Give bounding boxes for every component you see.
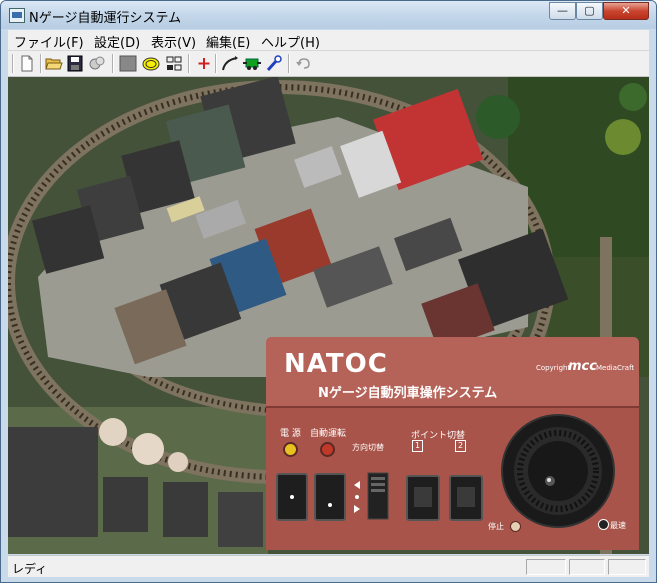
stop-indicator (510, 521, 521, 532)
maximize-button[interactable]: ▢ (576, 2, 603, 20)
max-speed-indicator (598, 519, 609, 530)
menu-bar: ファイル(F) 設定(D) 表示(V) 編集(E) ヘルプ(H) (8, 30, 649, 51)
minimize-button[interactable]: — (549, 2, 576, 20)
locomotive-icon[interactable] (243, 55, 261, 72)
status-cell (608, 559, 646, 575)
tool-icon[interactable] (265, 55, 283, 72)
point-2-label: 2 (455, 440, 466, 452)
house-left (8, 427, 98, 537)
app-window: Nゲージ自動運行システム — ▢ ✕ ファイル(F) 設定(D) 表示(V) 編… (0, 0, 657, 583)
add-icon[interactable] (195, 55, 213, 72)
gray-square-icon[interactable] (119, 55, 137, 72)
status-cell (569, 559, 605, 575)
maker-logo: mcc (568, 359, 597, 374)
menu-view[interactable]: 表示(V) (151, 32, 196, 51)
direction-label: 方向切替 (352, 443, 384, 452)
power-switch[interactable] (276, 473, 308, 521)
save-icon[interactable] (66, 55, 84, 72)
point-switch-2[interactable] (449, 475, 483, 521)
point-1-label: 1 (412, 440, 423, 452)
title-bar[interactable]: Nゲージ自動運行システム — ▢ ✕ (1, 1, 656, 29)
auto-led (320, 442, 335, 457)
status-cell (526, 559, 566, 575)
menu-file[interactable]: ファイル(F) (14, 32, 84, 51)
point-switch-1[interactable] (406, 475, 440, 521)
status-bar: レディ (8, 555, 649, 578)
layout-view[interactable]: NATOC Nゲージ自動列車操作システム Copyright mcc Media… (8, 77, 649, 554)
undo-icon[interactable] (294, 55, 312, 72)
auto-label: 自動運転 (310, 429, 347, 439)
stop-label: 停止 (488, 522, 504, 531)
app-icon[interactable] (9, 8, 25, 23)
maker-name: MediaCraft (596, 364, 635, 372)
natoc-controller: NATOC Nゲージ自動列車操作システム Copyright mcc Media… (266, 337, 639, 550)
auto-switch[interactable] (314, 473, 346, 521)
grid-icon[interactable] (165, 55, 183, 72)
menu-help[interactable]: ヘルプ(H) (261, 32, 320, 51)
max-speed-label: 最速 (610, 521, 626, 530)
settings-icon[interactable] (88, 55, 106, 72)
toolbar-grip (12, 54, 14, 73)
controller-brand: NATOC (284, 349, 388, 379)
close-button[interactable]: ✕ (603, 2, 649, 20)
speed-dial[interactable] (498, 411, 618, 531)
yellow-ellipse-icon[interactable] (142, 55, 160, 72)
window-title: Nゲージ自動運行システム (29, 11, 182, 26)
toolbar-separator (288, 54, 290, 73)
window-frame-bottom (1, 577, 656, 582)
direction-selector[interactable] (352, 471, 392, 521)
menu-edit[interactable]: 編集(E) (206, 32, 250, 51)
track-icon[interactable] (221, 55, 239, 72)
menu-settings[interactable]: 設定(D) (94, 32, 140, 51)
toolbar-separator (215, 54, 217, 73)
toolbar-separator (112, 54, 114, 73)
open-folder-icon[interactable] (45, 55, 63, 72)
power-label: 電 源 (280, 429, 301, 439)
toolbar-separator (188, 54, 190, 73)
status-text: レディ (12, 562, 48, 576)
power-led (283, 442, 298, 457)
toolbar (8, 51, 649, 77)
copyright-text: Copyright (536, 364, 571, 372)
toolbar-separator (40, 54, 42, 73)
new-file-icon[interactable] (18, 55, 36, 72)
controller-subtitle: Nゲージ自動列車操作システム (318, 386, 498, 401)
